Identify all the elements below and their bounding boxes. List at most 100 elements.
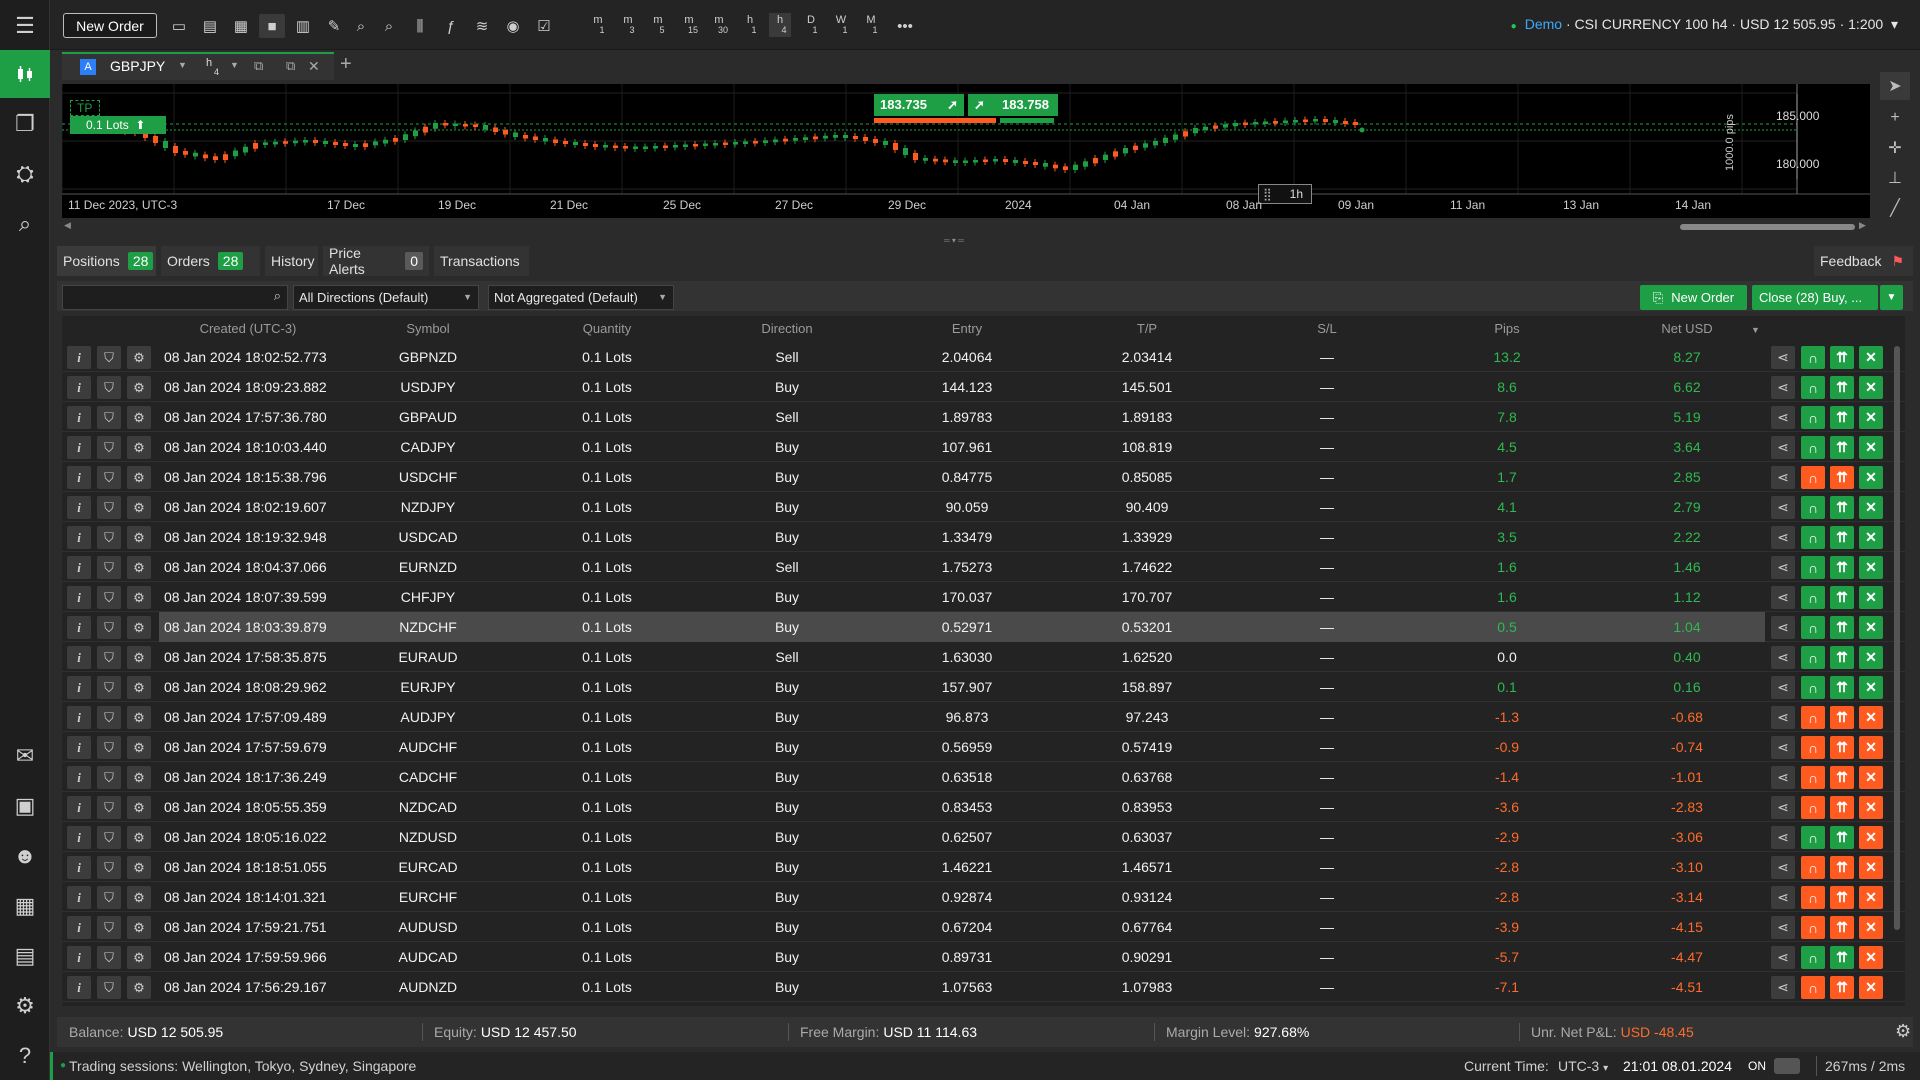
protection-button[interactable]: ⛉ (97, 976, 121, 999)
settings-button[interactable]: ⚙ (127, 406, 151, 429)
chart-icon[interactable]: ▭ (166, 14, 192, 38)
candles-icon[interactable]: ⫼ (407, 14, 433, 38)
close-position-button[interactable]: ✕ (1859, 946, 1883, 969)
double-button[interactable]: ⇈ (1830, 616, 1854, 639)
protection-button[interactable]: ⛉ (97, 916, 121, 939)
share-button[interactable]: ⋖ (1771, 586, 1795, 609)
close-position-button[interactable]: ✕ (1859, 646, 1883, 669)
double-button[interactable]: ⇈ (1830, 586, 1854, 609)
feedback-button[interactable]: Feedback ⚑ (1814, 246, 1913, 276)
pointer-icon[interactable]: ➤ (1880, 72, 1910, 100)
share-button[interactable]: ⋖ (1771, 886, 1795, 909)
briefcase-icon[interactable]: ▣ (0, 782, 50, 830)
scroll-left-icon[interactable]: ◀ (64, 220, 71, 231)
chat-icon[interactable]: ✉ (0, 732, 50, 780)
double-button[interactable]: ⇈ (1830, 976, 1854, 999)
menu-icon[interactable]: ☰ (0, 2, 50, 50)
table-row[interactable]: i ⛉ ⚙ 08 Jan 2024 18:15:38.796 USDCHF 0.1 Lot… (62, 462, 1905, 492)
timeframe-button[interactable]: D1 (800, 15, 822, 36)
close-position-button[interactable]: ✕ (1859, 706, 1883, 729)
protection-button[interactable]: ⛉ (97, 376, 121, 399)
buy-price-button[interactable]: ➚ 183.758 (968, 94, 1058, 116)
reverse-button[interactable]: ∩ (1801, 766, 1825, 789)
share-button[interactable]: ⋖ (1771, 646, 1795, 669)
settings-button[interactable]: ⚙ (127, 886, 151, 909)
reverse-button[interactable]: ∩ (1801, 436, 1825, 459)
user-icon[interactable]: ☻ (0, 832, 50, 880)
table-row[interactable]: i ⛉ ⚙ 08 Jan 2024 18:10:03.440 CADJPY 0.1 Lot… (62, 432, 1905, 462)
reverse-button[interactable]: ∩ (1801, 706, 1825, 729)
info-button[interactable]: i (67, 646, 91, 669)
table-row[interactable]: i ⛉ ⚙ 08 Jan 2024 18:05:16.022 NZDUSD 0.1 Lot… (62, 822, 1905, 852)
close-position-button[interactable]: ✕ (1859, 796, 1883, 819)
info-button[interactable]: i (67, 736, 91, 759)
reverse-button[interactable]: ∩ (1801, 586, 1825, 609)
resize-handle[interactable]: ═ ▾ ═ (944, 236, 964, 245)
share-button[interactable]: ⋖ (1771, 496, 1795, 519)
close-position-button[interactable]: ✕ (1859, 916, 1883, 939)
tp-label[interactable]: TP (70, 100, 100, 116)
timeframe-button[interactable]: m 30 (708, 15, 730, 36)
protection-button[interactable]: ⛉ (97, 856, 121, 879)
reverse-button[interactable]: ∩ (1801, 796, 1825, 819)
grid-layout-icon[interactable]: ▦ (228, 14, 254, 38)
target-icon[interactable]: ✛ (1880, 134, 1910, 162)
eye-icon[interactable]: ◉ (500, 14, 526, 38)
share-button[interactable]: ⋖ (1771, 466, 1795, 489)
sort-icon[interactable]: ▼ (1751, 325, 1760, 335)
settings-button[interactable]: ⚙ (127, 526, 151, 549)
settings-button[interactable]: ⚙ (127, 676, 151, 699)
reverse-button[interactable]: ∩ (1801, 826, 1825, 849)
settings-icon[interactable]: ⚙ (1895, 1021, 1911, 1042)
settings-button[interactable]: ⚙ (127, 856, 151, 879)
wallet-icon[interactable]: ▤ (0, 932, 50, 980)
position-label[interactable]: 0.1 Lots ⬆ (70, 116, 166, 134)
help-icon[interactable]: ? (0, 1032, 50, 1080)
info-button[interactable]: i (67, 886, 91, 909)
info-button[interactable]: i (67, 676, 91, 699)
hover-timeframe[interactable]: ⣿ 1h (1258, 184, 1312, 204)
share-button[interactable]: ⋖ (1771, 916, 1795, 939)
table-row[interactable]: i ⛉ ⚙ 08 Jan 2024 18:02:52.773 GBPNZD 0.1 Lot… (62, 342, 1905, 372)
more-icon[interactable]: ••• (892, 14, 918, 38)
close-position-button[interactable]: ✕ (1859, 856, 1883, 879)
double-button[interactable]: ⇈ (1830, 526, 1854, 549)
search-input[interactable] (68, 290, 258, 305)
table-row[interactable]: i ⛉ ⚙ 08 Jan 2024 17:57:59.679 AUDCHF 0.1 Lot… (62, 732, 1905, 762)
chevron-down-icon[interactable]: ▼ (178, 60, 187, 70)
search-icon[interactable]: ⌕ (274, 288, 281, 304)
split-layout-icon[interactable]: ▥ (290, 14, 316, 38)
column-header[interactable]: Direction (697, 316, 877, 342)
chart-symbol[interactable]: GBPJPY (110, 58, 165, 74)
info-button[interactable]: i (67, 796, 91, 819)
double-button[interactable]: ⇈ (1830, 556, 1854, 579)
share-button[interactable]: ⋖ (1771, 736, 1795, 759)
reverse-button[interactable]: ∩ (1801, 616, 1825, 639)
table-row[interactable]: i ⛉ ⚙ 08 Jan 2024 18:09:23.882 USDJPY 0.1 Lot… (62, 372, 1905, 402)
settings-button[interactable]: ⚙ (127, 496, 151, 519)
info-button[interactable]: i (67, 376, 91, 399)
search-box[interactable]: ⌕ (62, 285, 288, 310)
close-icon[interactable]: ✕ (308, 58, 320, 75)
column-header[interactable]: Symbol (338, 316, 518, 342)
column-header[interactable]: Pips (1417, 316, 1597, 342)
double-button[interactable]: ⇈ (1830, 916, 1854, 939)
info-button[interactable]: i (67, 616, 91, 639)
tab-orders[interactable]: Orders 28 (161, 246, 260, 276)
close-all-dropdown[interactable]: ▼ (1880, 285, 1903, 310)
double-button[interactable]: ⇈ (1830, 496, 1854, 519)
reverse-button[interactable]: ∩ (1801, 676, 1825, 699)
settings-icon[interactable]: ⚙ (0, 982, 50, 1030)
settings-button[interactable]: ⚙ (127, 736, 151, 759)
table-row[interactable]: i ⛉ ⚙ 08 Jan 2024 17:57:09.489 AUDJPY 0.1 Lot… (62, 702, 1905, 732)
settings-button[interactable]: ⚙ (127, 556, 151, 579)
draw-icon[interactable]: ✎ (321, 14, 347, 38)
trade-icon[interactable] (0, 50, 50, 98)
timeframe-button[interactable]: W1 (830, 15, 852, 36)
tab-transactions[interactable]: Transactions (434, 246, 529, 276)
settings-button[interactable]: ⚙ (127, 826, 151, 849)
double-button[interactable]: ⇈ (1830, 706, 1854, 729)
double-button[interactable]: ⇈ (1830, 406, 1854, 429)
settings-button[interactable]: ⚙ (127, 766, 151, 789)
protection-button[interactable]: ⛉ (97, 556, 121, 579)
